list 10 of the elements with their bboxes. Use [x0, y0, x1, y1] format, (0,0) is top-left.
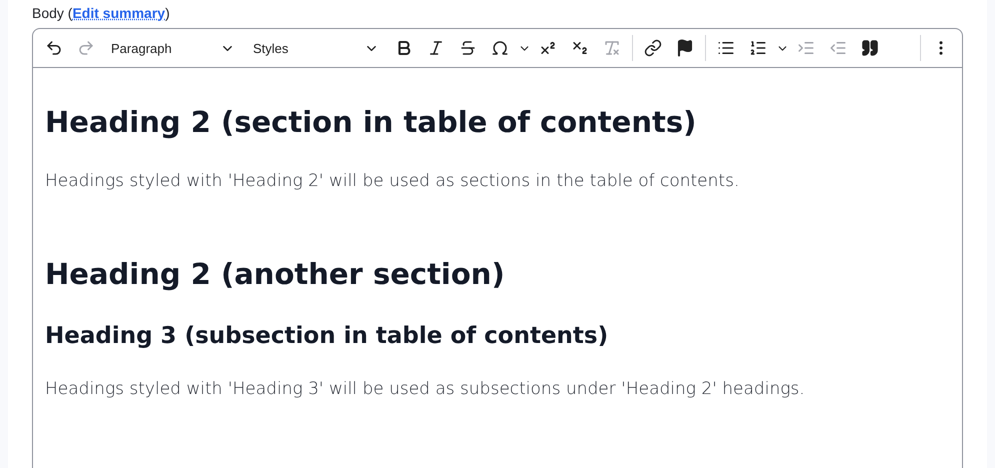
edit-summary-link[interactable]: Edit summary — [72, 5, 166, 21]
subheading: Heading 3 (subsection in table of contents) — [45, 323, 610, 349]
heading: Heading 2 (another section) — [45, 257, 506, 291]
paragraph: Headings styled with 'Heading 2' will be used as sections in the table of contents. — [45, 171, 740, 191]
styles-dropdown[interactable]: Styles — [245, 33, 387, 63]
paragraph: Headings styled with 'Heading 3' will be used as subsections under 'Heading 2' headings. — [45, 379, 806, 399]
field-label: ) — [165, 5, 170, 21]
field-label: Body ( — [32, 5, 72, 21]
heading: Heading 2 (section in table of contents) — [45, 105, 698, 139]
paragraph-dropdown[interactable]: Paragraph — [103, 33, 243, 63]
